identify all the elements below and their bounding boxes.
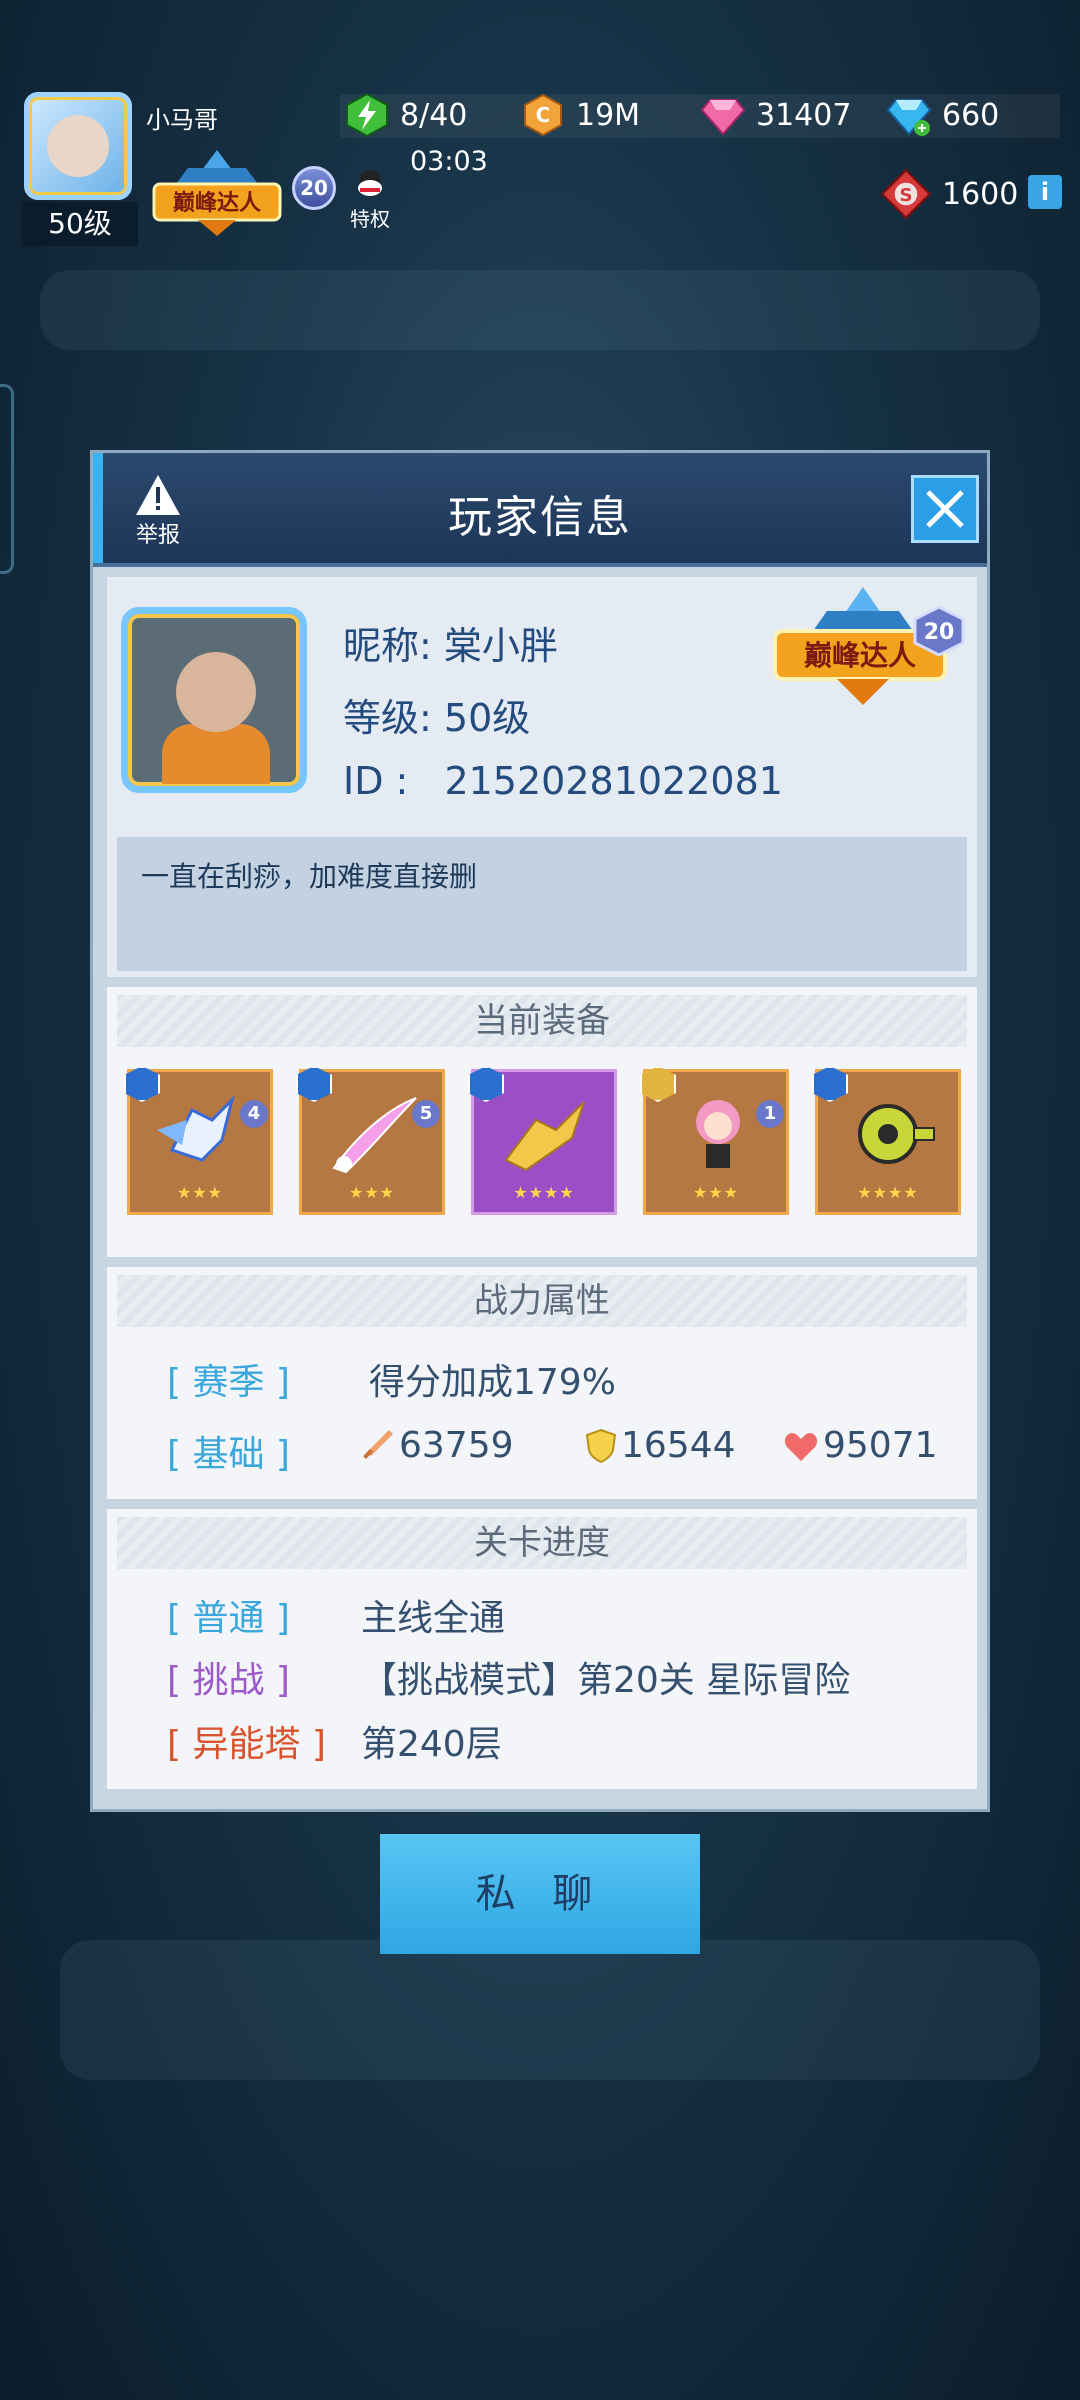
rank-badge-title: 巅峰达人 bbox=[173, 190, 261, 216]
progress-section: 关卡进度 [ 普通 ] 主线全通 [ 挑战 ] 【挑战模式】第20关 星际冒险 … bbox=[107, 1509, 977, 1789]
equipment-level: 5 bbox=[412, 1100, 440, 1128]
equipment-slot[interactable]: 1 ★★★ bbox=[640, 1066, 789, 1215]
equipment-stars: ★★★★ bbox=[513, 1183, 575, 1202]
rank-badge-title: 巅峰达人 bbox=[804, 639, 916, 672]
season-tag: [ 赛季 ] bbox=[167, 1362, 290, 1403]
profile-avatar[interactable] bbox=[121, 607, 307, 793]
combat-section: 战力属性 [ 赛季 ] 得分加成179% [ 基础 ] 63759 16544 … bbox=[107, 1267, 977, 1499]
energy-value: 8/40 bbox=[400, 97, 468, 133]
equipment-stars: ★★★ bbox=[348, 1183, 396, 1202]
avatar-image bbox=[176, 652, 256, 732]
svg-text:S: S bbox=[899, 185, 912, 206]
pink-gem-value: 31407 bbox=[756, 97, 852, 133]
normal-value: 主线全通 bbox=[361, 1598, 506, 1639]
rank-star-badge: 20 bbox=[924, 620, 955, 645]
tower-tag: [ 异能塔 ] bbox=[167, 1724, 326, 1765]
blue-gem-value: 660 bbox=[942, 97, 1000, 133]
side-tab[interactable] bbox=[0, 384, 14, 574]
id-row: ID : 21520281022081 bbox=[343, 759, 783, 803]
close-button[interactable] bbox=[911, 475, 979, 543]
equipment-stars: ★★★★ bbox=[857, 1183, 919, 1202]
id-label: ID : bbox=[343, 759, 409, 803]
equipment-stars: ★★★ bbox=[176, 1183, 224, 1202]
shield-icon bbox=[585, 1428, 617, 1463]
token-value: 1600 bbox=[942, 176, 1019, 212]
background-decoration bbox=[60, 1940, 1040, 2080]
equipment-level: 1 bbox=[756, 1100, 784, 1128]
energy-counter[interactable]: 8/40 bbox=[344, 92, 467, 138]
character-pet-icon bbox=[696, 1100, 740, 1168]
season-value: 得分加成179% bbox=[369, 1362, 616, 1403]
pink-gem-icon bbox=[700, 99, 746, 136]
player-name: 小马哥 bbox=[146, 106, 218, 134]
dialog-header: 举报 玩家信息 bbox=[93, 453, 987, 567]
hp-stat: 95071 bbox=[783, 1425, 938, 1466]
defense-value: 16544 bbox=[621, 1425, 736, 1466]
id-value: 21520281022081 bbox=[444, 759, 783, 803]
energy-timer: 03:03 bbox=[410, 146, 488, 177]
energy-blade-icon bbox=[332, 1097, 417, 1174]
mech-icon bbox=[157, 1095, 235, 1162]
svg-text:C: C bbox=[536, 103, 551, 127]
equipment-stars: ★★★ bbox=[692, 1183, 740, 1202]
level-label: 等级: bbox=[343, 696, 432, 740]
nickname-label: 昵称: bbox=[343, 624, 432, 668]
private-chat-button[interactable]: 私 聊 bbox=[380, 1834, 700, 1954]
token-counter[interactable]: S 1600 bbox=[880, 168, 1018, 220]
dialog-title: 玩家信息 bbox=[448, 492, 632, 543]
signature-text: 一直在刮痧，加难度直接删 bbox=[141, 860, 478, 893]
close-icon bbox=[926, 490, 964, 528]
base-tag: [ 基础 ] bbox=[167, 1434, 290, 1475]
level-row: 等级: 50级 bbox=[343, 687, 530, 742]
level-value: 50级 bbox=[443, 696, 531, 740]
robot-drone-icon bbox=[858, 1104, 935, 1164]
attack-value: 63759 bbox=[399, 1425, 514, 1466]
equipment-title: 当前装备 bbox=[117, 995, 967, 1047]
info-icon[interactable]: i bbox=[1028, 175, 1062, 209]
heart-icon bbox=[784, 1432, 818, 1461]
equipment-level: 4 bbox=[240, 1100, 268, 1128]
energy-icon bbox=[346, 92, 388, 138]
gold-coin-icon: C bbox=[524, 93, 562, 137]
privilege-icon[interactable] bbox=[352, 168, 388, 198]
rank-badge-icon[interactable]: 20 巅峰达人 bbox=[767, 587, 967, 715]
progress-title: 关卡进度 bbox=[117, 1517, 967, 1569]
player-avatar[interactable] bbox=[24, 92, 132, 200]
nickname-row: 昵称: 棠小胖 bbox=[343, 615, 558, 670]
top-bar: 50级 小马哥 巅峰达人 20 特权 8/40 03:03 C 19M 3140… bbox=[0, 0, 1080, 260]
challenge-tag: [ 挑战 ] bbox=[167, 1660, 290, 1701]
equipment-slot[interactable]: ★★★★ bbox=[812, 1066, 961, 1215]
privilege-label: 特权 bbox=[350, 207, 390, 231]
background-decoration bbox=[40, 270, 1040, 350]
combat-title: 战力属性 bbox=[117, 1275, 967, 1327]
attack-stat: 63759 bbox=[359, 1425, 514, 1466]
signature-box: 一直在刮痧，加难度直接删 bbox=[117, 837, 967, 971]
avatar-image bbox=[47, 115, 109, 177]
golden-wing-icon bbox=[504, 1101, 585, 1172]
tower-value: 第240层 bbox=[361, 1724, 502, 1765]
token-icon: S bbox=[880, 168, 932, 220]
challenge-value: 【挑战模式】第20关 星际冒险 bbox=[361, 1660, 851, 1701]
player-level: 50级 bbox=[22, 202, 138, 246]
gold-value: 19M bbox=[576, 97, 641, 133]
blue-gem-icon bbox=[886, 99, 932, 136]
pink-gem-counter[interactable]: 31407 bbox=[700, 92, 851, 138]
rank-badge-icon[interactable]: 巅峰达人 bbox=[148, 150, 286, 236]
hp-value: 95071 bbox=[823, 1425, 938, 1466]
equipment-slot[interactable]: 4 ★★★ bbox=[124, 1066, 273, 1215]
rank-star-badge: 20 bbox=[292, 166, 336, 210]
profile-card: 昵称: 棠小胖 等级: 50级 ID : 21520281022081 20 巅… bbox=[107, 577, 977, 977]
defense-stat: 16544 bbox=[585, 1425, 736, 1466]
blue-gem-counter[interactable]: 660 bbox=[886, 92, 999, 138]
normal-tag: [ 普通 ] bbox=[167, 1598, 290, 1639]
equipment-slot[interactable]: ★★★★ bbox=[468, 1066, 617, 1215]
sword-icon bbox=[363, 1429, 393, 1459]
gold-counter[interactable]: C 19M bbox=[520, 92, 640, 138]
avatar-shirt bbox=[162, 724, 270, 784]
equipment-slot[interactable]: 5 ★★★ bbox=[296, 1066, 445, 1215]
equipment-section: 当前装备 4 ★★★ 5 ★★★ ★★★★ 1 ★★★ ★★★★ bbox=[107, 987, 977, 1257]
player-info-dialog: 举报 玩家信息 昵称: 棠小胖 等级: 50级 ID : 21520281022… bbox=[90, 450, 990, 1812]
nickname-value: 棠小胖 bbox=[443, 624, 558, 668]
